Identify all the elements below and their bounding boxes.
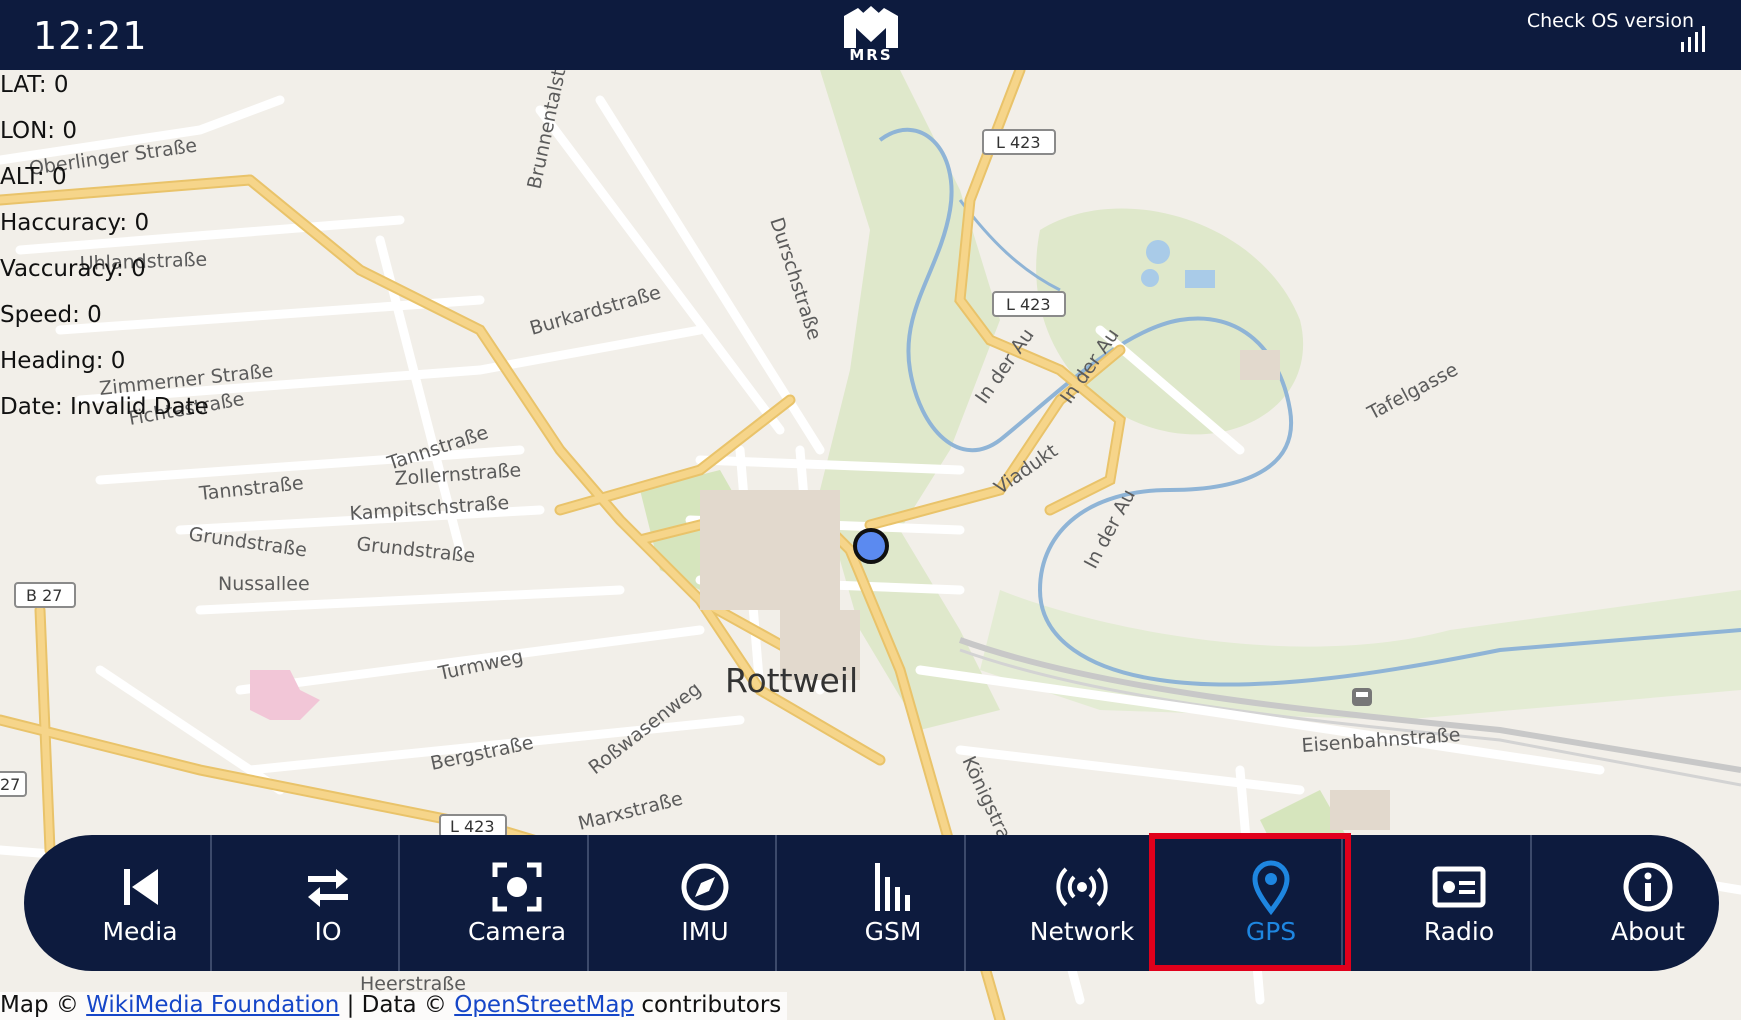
app-root: Oberlinger Straße Brunnentalstraße Dursc… [0, 0, 1741, 1020]
active-tab-highlight [1149, 833, 1351, 971]
gps-info-panel: LAT: 0 LON: 0 ALT: 0 Haccuracy: 0 Vaccur… [0, 70, 209, 438]
wireless-broadcast-icon [1056, 867, 1108, 907]
radio-icon [1432, 866, 1486, 908]
info-icon [1623, 862, 1673, 912]
status-bar: 12:21 MRS Check OS version [0, 0, 1741, 70]
gps-speed: Speed: 0 [0, 302, 102, 328]
attrib-middle: | Data © [339, 992, 455, 1018]
svg-text:L 423: L 423 [1006, 295, 1051, 314]
svg-text:B 27: B 27 [26, 586, 62, 605]
road-shield: L 423 [982, 129, 1056, 155]
skip-previous-icon [124, 869, 158, 905]
nav-divider [398, 835, 400, 971]
signal-bars-icon [875, 863, 910, 911]
nav-camera[interactable]: Camera [423, 835, 611, 971]
nav-divider [1530, 835, 1532, 971]
openstreetmap-link[interactable]: OpenStreetMap [454, 992, 634, 1018]
road-shield: L 423 [992, 291, 1066, 317]
svg-text:L 423: L 423 [996, 133, 1041, 152]
nav-divider [964, 835, 966, 971]
nav-media[interactable]: Media [46, 835, 234, 971]
clock: 12:21 [33, 14, 148, 58]
svg-text:27: 27 [0, 775, 20, 794]
gps-vaccuracy: Vaccuracy: 0 [0, 256, 146, 282]
nav-divider [587, 835, 589, 971]
nav-io[interactable]: IO [234, 835, 422, 971]
nav-label: IO [314, 917, 342, 946]
camera-focus-icon [492, 862, 542, 912]
gps-date: Date: Invalid Date [0, 394, 209, 420]
gps-alt: ALT: 0 [0, 164, 67, 190]
map-attribution: Map © WikiMedia Foundation | Data © Open… [0, 992, 788, 1020]
nav-divider [775, 835, 777, 971]
nav-label: Radio [1423, 917, 1495, 946]
nav-radio[interactable]: Radio [1365, 835, 1553, 971]
nav-divider [210, 835, 212, 971]
gps-haccuracy: Haccuracy: 0 [0, 210, 150, 236]
signal-strength-icon [1681, 26, 1705, 52]
nav-label: IMU [681, 917, 729, 946]
bottom-navigation: Media IO Camera IMU GSM Network GPS Radi… [24, 835, 1719, 971]
gps-lat: LAT: 0 [0, 72, 69, 98]
swap-arrows-icon [308, 869, 348, 907]
nav-label: About [1611, 917, 1685, 946]
road-shield: 27 [0, 771, 27, 797]
city-label: Rottweil [725, 661, 858, 700]
wikimedia-link[interactable]: WikiMedia Foundation [86, 992, 339, 1018]
nav-label: Network [1029, 917, 1135, 946]
mrs-logo: MRS [838, 4, 904, 66]
road-shield: B 27 [14, 582, 76, 608]
street-label: Nussallee [218, 573, 310, 595]
gps-heading: Heading: 0 [0, 348, 126, 374]
current-location-marker[interactable] [853, 528, 889, 564]
nav-about[interactable]: About [1554, 835, 1741, 971]
svg-text:L 423: L 423 [450, 817, 495, 836]
nav-gsm[interactable]: GSM [799, 835, 987, 971]
check-os-version-link[interactable]: Check OS version [1527, 10, 1694, 32]
gps-lon: LON: 0 [0, 118, 77, 144]
train-station-icon [1352, 688, 1372, 706]
logo-mark-icon [844, 6, 898, 48]
nav-label: Camera [467, 917, 567, 946]
attrib-prefix: Map © [0, 992, 87, 1018]
nav-network[interactable]: Network [988, 835, 1176, 971]
attrib-suffix: contributors [634, 992, 782, 1018]
nav-label: Media [102, 917, 178, 946]
road-shield: L 423 [439, 814, 507, 838]
compass-icon [681, 863, 729, 911]
logo-text: MRS [849, 46, 893, 64]
nav-label: GSM [864, 917, 922, 946]
nav-imu[interactable]: IMU [611, 835, 799, 971]
